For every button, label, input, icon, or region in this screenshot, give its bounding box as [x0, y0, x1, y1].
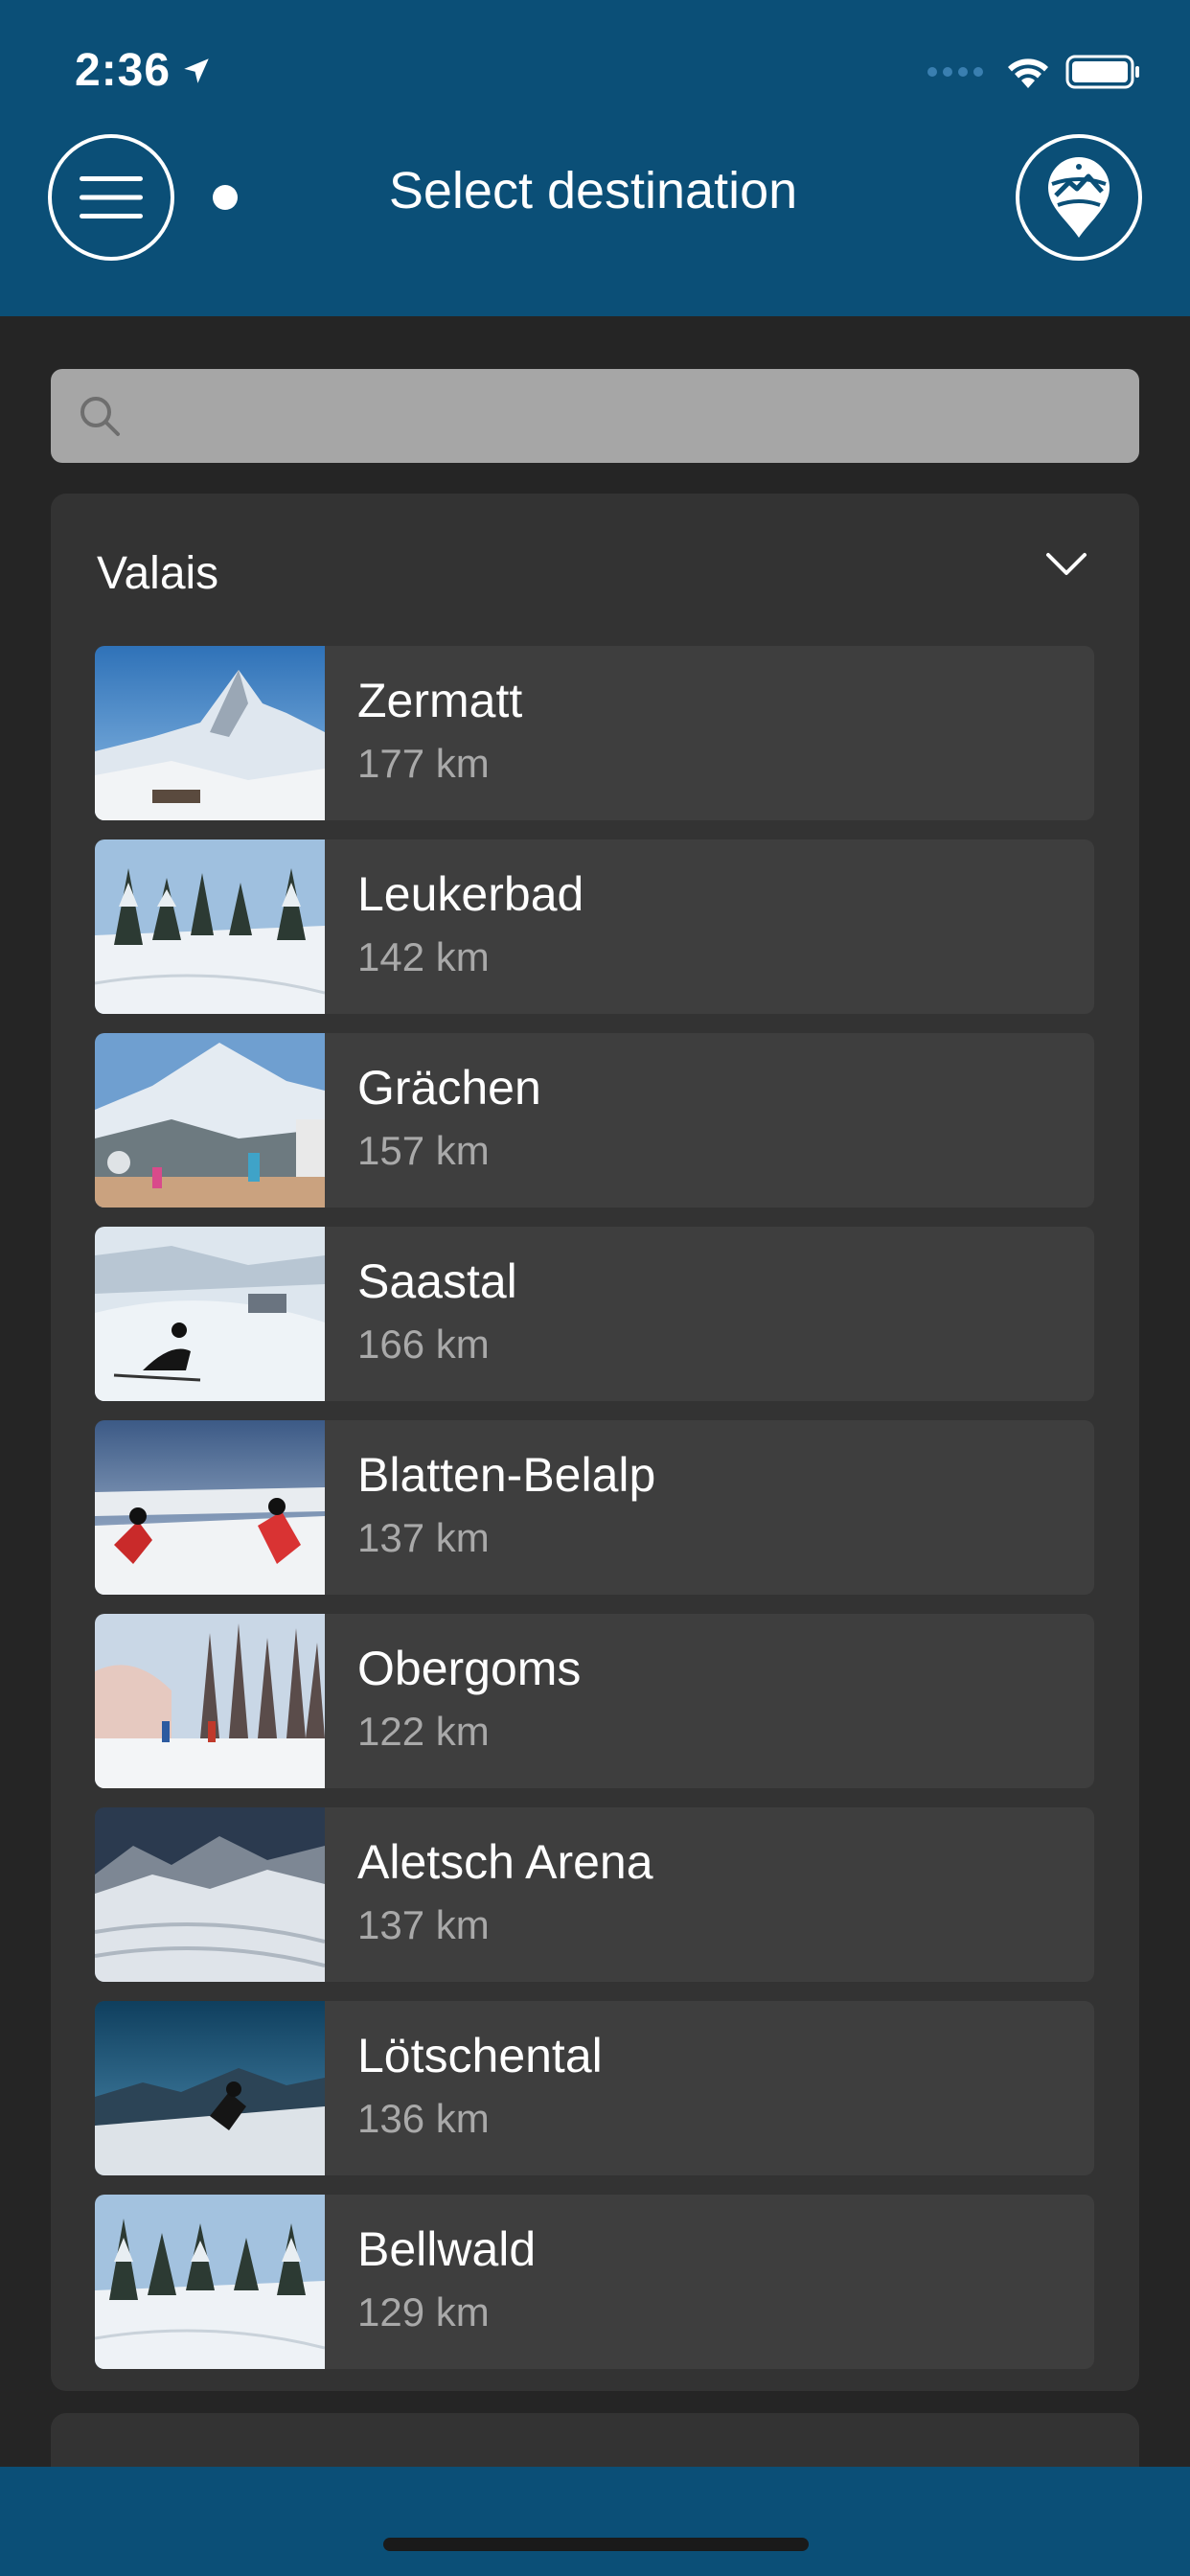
location-arrow-icon — [184, 58, 209, 83]
bottom-bar — [0, 2467, 1190, 2576]
destination-name: Blatten-Belalp — [357, 1448, 656, 1502]
destination-thumbnail — [95, 840, 325, 1014]
destination-name: Zermatt — [357, 674, 523, 727]
destination-distance: 137 km — [357, 1902, 490, 1947]
destination-distance: 137 km — [357, 1515, 490, 1560]
destination-item-loetschental[interactable]: Lötschental 136 km — [95, 2001, 1094, 2175]
destination-item-obergoms[interactable]: Obergoms 122 km — [95, 1614, 1094, 1788]
cellular-signal-icon — [927, 67, 983, 77]
battery-icon — [1065, 55, 1139, 89]
home-indicator[interactable] — [383, 2538, 809, 2551]
destination-name: Lötschental — [357, 2029, 603, 2082]
status-bar-right — [927, 54, 1142, 90]
app-screen: 2:36 Select destination Valais Zermatt 1… — [0, 0, 1190, 2576]
destination-distance: 157 km — [357, 1128, 490, 1173]
destination-item-saastal[interactable]: Saastal 166 km — [95, 1227, 1094, 1401]
destination-distance: 136 km — [357, 2096, 490, 2141]
destination-name: Grächen — [357, 1061, 541, 1115]
search-bar[interactable] — [51, 369, 1139, 463]
destination-thumbnail — [95, 2195, 325, 2369]
destination-thumbnail — [95, 1614, 325, 1788]
destination-name: Saastal — [357, 1254, 517, 1308]
wifi-icon — [1008, 58, 1048, 88]
search-icon — [80, 397, 120, 436]
status-time-text: 2:36 — [75, 45, 172, 96]
destination-item-zermatt[interactable]: Zermatt 177 km — [95, 646, 1094, 820]
destination-thumbnail — [95, 1420, 325, 1595]
destination-thumbnail — [95, 1227, 325, 1401]
destination-name: Aletsch Arena — [357, 1835, 653, 1889]
search-input[interactable] — [141, 369, 1139, 463]
destination-distance: 177 km — [357, 741, 490, 786]
destination-distance: 122 km — [357, 1709, 490, 1754]
destination-thumbnail — [95, 1033, 325, 1208]
region-card-valais: Valais Zermatt 177 km Leukerbad 142 km G… — [51, 494, 1139, 2391]
destination-distance: 166 km — [357, 1322, 490, 1367]
page-title: Select destination — [0, 161, 1190, 220]
region-header[interactable]: Valais — [51, 494, 1139, 647]
destination-item-blatten-belalp[interactable]: Blatten-Belalp 137 km — [95, 1420, 1094, 1595]
status-bar-time: 2:36 — [75, 44, 213, 97]
destination-name: Bellwald — [357, 2222, 537, 2276]
destination-thumbnail — [95, 2001, 325, 2175]
app-header: 2:36 Select destination — [0, 0, 1190, 316]
location-pin-mountain-icon — [1048, 157, 1110, 238]
destination-item-bellwald[interactable]: Bellwald 129 km — [95, 2195, 1094, 2369]
region-title: Valais — [97, 548, 219, 599]
destination-name: Obergoms — [357, 1642, 582, 1695]
destination-distance: 142 km — [357, 934, 490, 979]
destination-item-graechen[interactable]: Grächen 157 km — [95, 1033, 1094, 1208]
destination-distance: 129 km — [357, 2289, 490, 2334]
destination-thumbnail — [95, 646, 325, 820]
destination-item-aletsch-arena[interactable]: Aletsch Arena 137 km — [95, 1807, 1094, 1982]
destination-thumbnail — [95, 1807, 325, 1982]
chevron-down-icon[interactable] — [1045, 551, 1087, 578]
destination-locator-button[interactable] — [1016, 134, 1142, 261]
destination-item-leukerbad[interactable]: Leukerbad 142 km — [95, 840, 1094, 1014]
page-title-text: Select destination — [388, 162, 798, 219]
destination-name: Leukerbad — [357, 867, 584, 921]
